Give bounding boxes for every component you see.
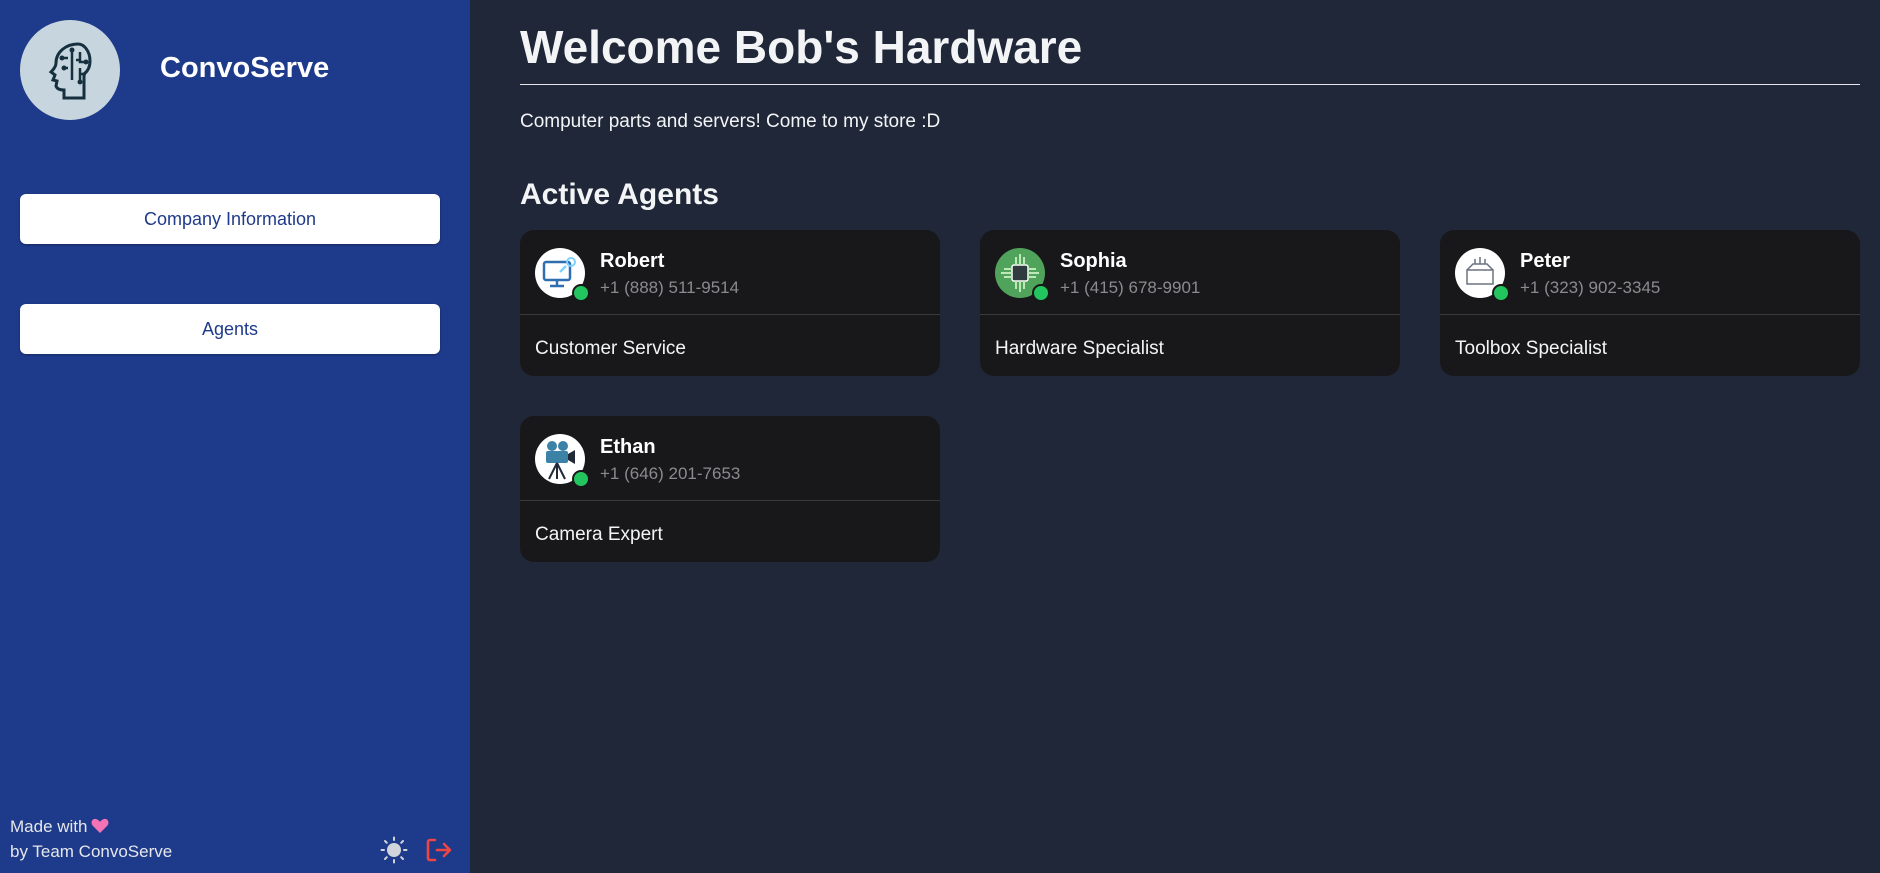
title-divider [520,84,1860,85]
agent-card[interactable]: Sophia +1 (415) 678-9901 Hardware Specia… [980,230,1400,376]
active-agents-heading: Active Agents [520,178,719,211]
page-title: Welcome Bob's Hardware [520,21,1083,73]
agent-card[interactable]: Peter +1 (323) 902-3345 Toolbox Speciali… [1440,230,1860,376]
brain-circuit-icon[interactable] [20,20,120,120]
footer-made-with: Made with [10,817,88,836]
agent-card[interactable]: Ethan +1 (646) 201-7653 Camera Expert [520,416,940,562]
agent-role: Customer Service [535,338,686,359]
heart-icon [91,816,109,833]
agent-role: Camera Expert [535,524,663,545]
agent-role: Toolbox Specialist [1455,338,1608,359]
company-information-button[interactable]: Company Information [20,194,440,244]
footer-credit: Made with by Team ConvoServe [10,814,172,864]
online-status-indicator [1492,284,1510,302]
agent-card[interactable]: Robert +1 (888) 511-9514 Customer Servic… [520,230,940,376]
agent-name: Peter [1520,250,1571,272]
footer-team: by Team ConvoServe [10,842,173,861]
online-status-indicator [572,470,590,488]
agent-card-header: Robert +1 (888) 511-9514 [520,230,940,315]
page-subtitle: Computer parts and servers! Come to my s… [520,111,941,132]
agent-phone: +1 (415) 678-9901 [1060,278,1201,297]
agent-card-header: Peter +1 (323) 902-3345 [1440,230,1860,315]
agent-phone: +1 (323) 902-3345 [1520,278,1661,297]
agent-phone: +1 (888) 511-9514 [600,278,740,297]
sidebar: ConvoServe Company Information Agents Ma… [0,0,470,873]
online-status-indicator [1032,284,1050,302]
online-status-indicator [572,284,590,302]
agent-phone: +1 (646) 201-7653 [600,464,741,483]
agent-role: Hardware Specialist [995,338,1164,359]
agent-card-header: Sophia +1 (415) 678-9901 [980,230,1400,315]
agent-name: Sophia [1060,250,1127,272]
sun-icon[interactable] [380,836,408,864]
brand-name: ConvoServe [160,52,330,84]
agents-button[interactable]: Agents [20,304,440,354]
agent-name: Robert [600,250,665,272]
agent-name: Ethan [600,436,656,458]
agent-card-header: Ethan +1 (646) 201-7653 [520,416,940,501]
logout-icon[interactable] [424,836,452,864]
